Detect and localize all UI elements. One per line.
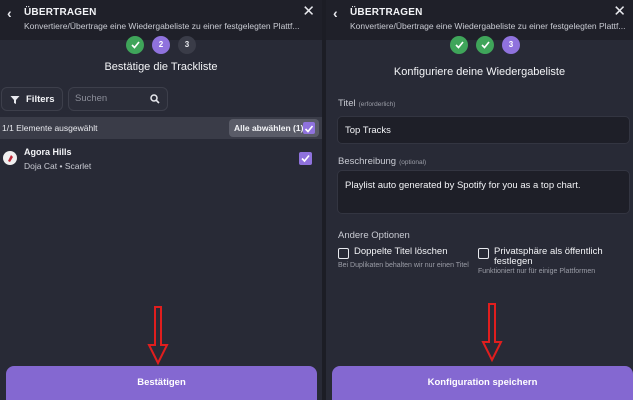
save-configuration-label: Konfiguration speichern xyxy=(427,377,538,388)
track-checkbox[interactable] xyxy=(299,152,312,165)
dialog-title: ÜBERTRAGEN xyxy=(350,7,423,18)
step-2-active: 2 xyxy=(152,36,170,54)
step-3: 3 xyxy=(178,36,196,54)
step-1-done xyxy=(450,36,468,54)
description-optional-hint: (optional) xyxy=(399,159,427,166)
check-icon xyxy=(454,41,464,49)
unselect-all-label: Alle abwählen (1) xyxy=(234,123,304,133)
dialog-subtitle: Konvertiere/Übertrage eine Wiedergabelis… xyxy=(24,21,300,31)
configure-panel: ‹ ÜBERTRAGEN Konvertiere/Übertrage eine … xyxy=(326,0,633,400)
confirm-button[interactable]: Bestätigen xyxy=(6,366,317,400)
selection-count: 1/1 Elemente ausgewählt xyxy=(2,123,98,133)
description-label: Beschreibung (optional) xyxy=(338,156,427,167)
checkbox-checked-icon xyxy=(303,122,315,134)
title-required-hint: (erforderlich) xyxy=(358,101,396,108)
title-field[interactable] xyxy=(337,116,630,144)
title-label: Titel (erforderlich) xyxy=(338,98,396,109)
check-icon xyxy=(301,154,310,163)
other-options-heading: Andere Optionen xyxy=(338,230,410,241)
section-title: Bestätige die Trackliste xyxy=(104,61,218,73)
unselect-all-button[interactable]: Alle abwählen (1) xyxy=(229,119,319,137)
confirm-button-label: Bestätigen xyxy=(137,377,186,388)
selection-bar: 1/1 Elemente ausgewählt Alle abwählen (1… xyxy=(0,117,322,139)
back-arrow-icon[interactable]: ‹ xyxy=(7,6,21,20)
dialog-header: ‹ ÜBERTRAGEN Konvertiere/Übertrage eine … xyxy=(326,0,633,40)
remove-duplicates-checkbox[interactable] xyxy=(338,248,349,259)
public-privacy-checkbox[interactable] xyxy=(478,248,489,259)
track-artist: Doja Cat xyxy=(24,161,58,171)
track-meta: Doja Cat • Scarlet xyxy=(24,161,91,171)
public-privacy-label: Privatsphäre als öffentlich festlegen xyxy=(494,246,603,267)
stepper: 3 xyxy=(326,36,633,56)
step-3-active: 3 xyxy=(502,36,520,54)
track-row[interactable]: Agora Hills Doja Cat • Scarlet xyxy=(0,142,322,174)
search-box[interactable] xyxy=(68,87,168,111)
step-2-done xyxy=(476,36,494,54)
remove-duplicates-hint: Bei Duplikaten behalten wir nur einen Ti… xyxy=(338,262,469,269)
red-arrow-annotation xyxy=(147,306,169,366)
meta-separator: • xyxy=(59,161,63,171)
step-1-done xyxy=(126,36,144,54)
track-list-panel: ‹ ÜBERTRAGEN Konvertiere/Übertrage eine … xyxy=(0,0,322,400)
check-icon xyxy=(130,41,140,49)
back-arrow-icon[interactable]: ‹ xyxy=(333,6,347,20)
track-name: Agora Hills xyxy=(24,147,72,157)
description-field[interactable]: Playlist auto generated by Spotify for y… xyxy=(337,170,630,214)
track-album: Scarlet xyxy=(64,161,92,171)
search-input[interactable] xyxy=(75,93,145,104)
close-icon[interactable]: ✕ xyxy=(302,4,315,19)
filters-label: Filters xyxy=(26,94,55,105)
close-icon[interactable]: ✕ xyxy=(613,4,626,19)
stepper: 2 3 xyxy=(0,36,322,56)
album-art xyxy=(3,151,17,165)
save-configuration-button[interactable]: Konfiguration speichern xyxy=(332,366,633,400)
section-title: Konfiguriere deine Wiedergabeliste xyxy=(393,66,566,78)
dialog-subtitle: Konvertiere/Übertrage eine Wiedergabelis… xyxy=(350,21,626,31)
red-arrow-annotation xyxy=(481,303,503,363)
description-input[interactable]: Playlist auto generated by Spotify for y… xyxy=(345,180,625,210)
dialog-title: ÜBERTRAGEN xyxy=(24,7,97,18)
title-input[interactable] xyxy=(345,125,615,136)
remove-duplicates-label: Doppelte Titel löschen xyxy=(354,246,448,257)
search-icon[interactable] xyxy=(150,94,160,104)
check-icon xyxy=(480,41,490,49)
public-privacy-hint: Funktioniert nur für einige Plattformen xyxy=(478,268,596,275)
filter-icon xyxy=(10,96,20,104)
dialog-header: ‹ ÜBERTRAGEN Konvertiere/Übertrage eine … xyxy=(0,0,322,40)
filters-button[interactable]: Filters xyxy=(1,87,63,111)
